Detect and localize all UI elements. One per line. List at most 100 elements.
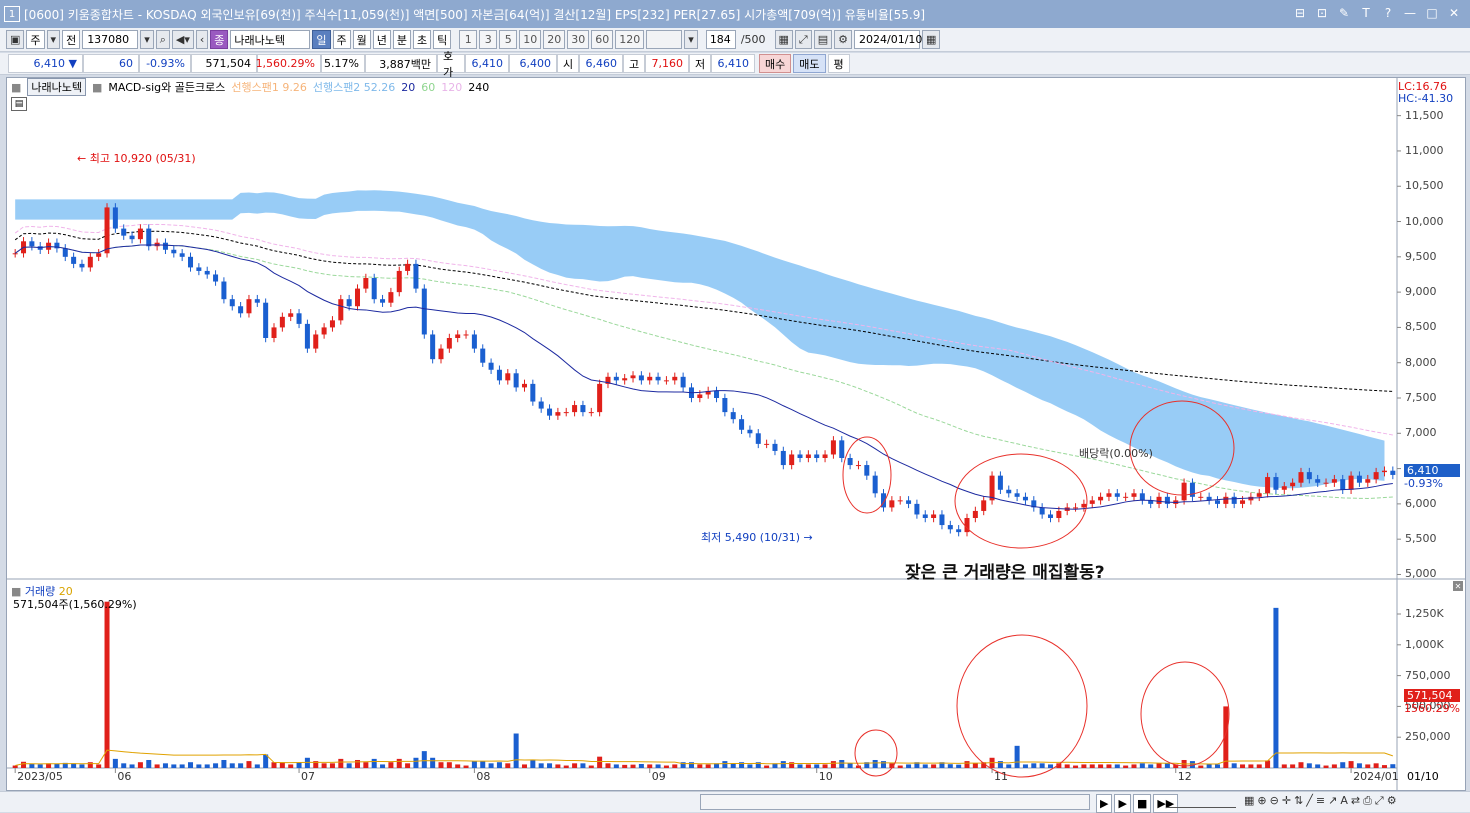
speaker-icon[interactable]: ◀▾ (171, 30, 194, 49)
tool-compare-icon[interactable]: ⇄ (1351, 794, 1360, 808)
tool-text-icon[interactable]: A (1340, 794, 1348, 808)
candle-body (104, 207, 110, 254)
x-tick-label: 2024/01 (1353, 770, 1399, 783)
volume-bar (288, 764, 294, 768)
tool-zoom-in-icon[interactable]: ⊕ (1257, 794, 1266, 808)
price-volume-chart[interactable] (7, 78, 1465, 790)
candle-body (455, 334, 461, 338)
interval-1-button[interactable]: 1 (459, 30, 478, 49)
interval-30-button[interactable]: 30 (567, 30, 590, 49)
bar-count-input[interactable]: 184 (705, 30, 736, 49)
stop-icon[interactable]: ■ (1132, 794, 1152, 813)
chart-type-icon[interactable]: ▣ (6, 30, 25, 49)
maximize-icon[interactable]: □ (1424, 5, 1440, 21)
chevron-down-icon[interactable]: ▾ (46, 30, 61, 49)
tool-expand-icon[interactable]: ⤢ (1375, 794, 1384, 808)
candle-body (630, 375, 636, 379)
restore-layout-icon[interactable]: ⊡ (1314, 5, 1330, 21)
interval-custom-input[interactable] (646, 30, 683, 49)
quote-amount: 3,887백만 (365, 54, 437, 73)
tab-tick[interactable]: 틱 (433, 30, 452, 49)
candle-body (1114, 493, 1120, 497)
interval-3-button[interactable]: 3 (479, 30, 498, 49)
font-icon[interactable]: T (1358, 5, 1374, 21)
candle-body (171, 249, 177, 254)
volume-bar (171, 764, 177, 768)
tool-print-icon[interactable]: ⎙ (1363, 794, 1372, 808)
stock-code-input[interactable]: 137080 (82, 30, 139, 49)
candle-body (638, 375, 644, 381)
date-input[interactable]: 2024/01/10 (854, 30, 922, 49)
low-label: 저 (689, 54, 711, 73)
tab-minute[interactable]: 분 (392, 30, 412, 49)
interval-10-button[interactable]: 10 (519, 30, 542, 49)
volume-bar (1031, 763, 1037, 768)
interval-20-button[interactable]: 20 (543, 30, 566, 49)
candle-body (1390, 470, 1396, 475)
quote-change-pct: -0.93% (139, 54, 191, 73)
volume-bar (21, 761, 27, 768)
volume-bar (1290, 764, 1296, 768)
window-titlebar: 1 [0600] 키움종합차트 - KOSDAQ 외국인보유[69(천)] 주식… (0, 0, 1470, 28)
volume-bar (1281, 764, 1287, 768)
tool-trend-icon[interactable]: ↗ (1328, 794, 1337, 808)
calendar-icon[interactable]: ▦ (922, 30, 941, 49)
interval-5-button[interactable]: 5 (499, 30, 518, 49)
highlight-circle (854, 729, 898, 777)
favorite-tag-icon[interactable]: 종 (210, 30, 229, 49)
zoom-slider[interactable] (1166, 796, 1236, 808)
candle-body (1331, 479, 1337, 483)
prev-stock-icon[interactable]: ‹ (195, 30, 209, 49)
tool-crosshair-icon[interactable]: ✛ (1282, 794, 1291, 808)
pin-icon[interactable]: ✎ (1336, 5, 1352, 21)
help-icon[interactable]: ? (1380, 5, 1396, 21)
interval-60-button[interactable]: 60 (591, 30, 614, 49)
volume-bar (1373, 763, 1379, 768)
interval-120-button[interactable]: 120 (615, 30, 645, 49)
candle-body (847, 458, 853, 466)
tool-zoom-out-icon[interactable]: ⊖ (1270, 794, 1279, 808)
market-mode-button[interactable]: 전 (62, 30, 81, 49)
period-select[interactable]: 주 (26, 30, 45, 49)
play-icon[interactable]: ▶ (1096, 794, 1113, 813)
volume-bar (1073, 765, 1079, 768)
tab-second[interactable]: 초 (413, 30, 432, 49)
draw-tool-icon[interactable]: ⤢ (794, 30, 812, 49)
stock-name-field[interactable]: 나래나노텍 (230, 30, 311, 49)
code-dropdown-icon[interactable]: ▾ (140, 30, 154, 49)
tab-year[interactable]: 년 (372, 30, 391, 49)
grid-icon[interactable]: ▦ (774, 30, 793, 49)
volume-bar (931, 764, 937, 768)
buy-button[interactable]: 매수 (759, 54, 792, 73)
interval-dropdown-icon[interactable]: ▾ (684, 30, 698, 49)
candle-body (655, 376, 661, 381)
tool-settings-icon[interactable]: ⚙ (1387, 794, 1397, 808)
tool-line-icon[interactable]: ╱ (1306, 794, 1313, 808)
tab-month[interactable]: 월 (352, 30, 371, 49)
tool-scale-icon[interactable]: ⇅ (1294, 794, 1303, 808)
save-icon[interactable]: ▤ (813, 30, 833, 49)
layout-icon[interactable]: ⊟ (1292, 5, 1308, 21)
minimize-icon[interactable]: — (1402, 5, 1418, 21)
eval-button[interactable]: 평 (827, 54, 850, 73)
volume-bar (204, 764, 210, 768)
sell-button[interactable]: 매도 (793, 54, 826, 73)
settings-icon[interactable]: ⚙ (834, 30, 853, 49)
tab-week[interactable]: 주 (332, 30, 351, 49)
candle-body (1273, 477, 1279, 490)
tab-day[interactable]: 일 (312, 30, 331, 49)
chart-area[interactable]: ■ 나래나노텍 ■ MACD-sig와 골든크로스 선행스팬1 9.26 선행스… (6, 77, 1466, 791)
volume-bar (388, 762, 394, 768)
search-icon[interactable]: ⌕ (155, 30, 170, 49)
close-icon[interactable]: ✕ (1446, 5, 1462, 21)
tool-grid-icon[interactable]: ▦ (1244, 794, 1254, 808)
quote-open-value: 6,460 (585, 57, 618, 70)
horizontal-scrollbar[interactable] (700, 794, 1090, 810)
close-panel-icon[interactable]: ✕ (1453, 581, 1463, 591)
volume-bar (672, 764, 678, 768)
step-icon[interactable]: ▶ (1114, 794, 1131, 813)
tool-fib-icon[interactable]: ≡ (1316, 794, 1325, 808)
candle-body (931, 514, 937, 518)
volume-bar (371, 758, 377, 768)
x-tick-label: 06 (117, 770, 132, 783)
